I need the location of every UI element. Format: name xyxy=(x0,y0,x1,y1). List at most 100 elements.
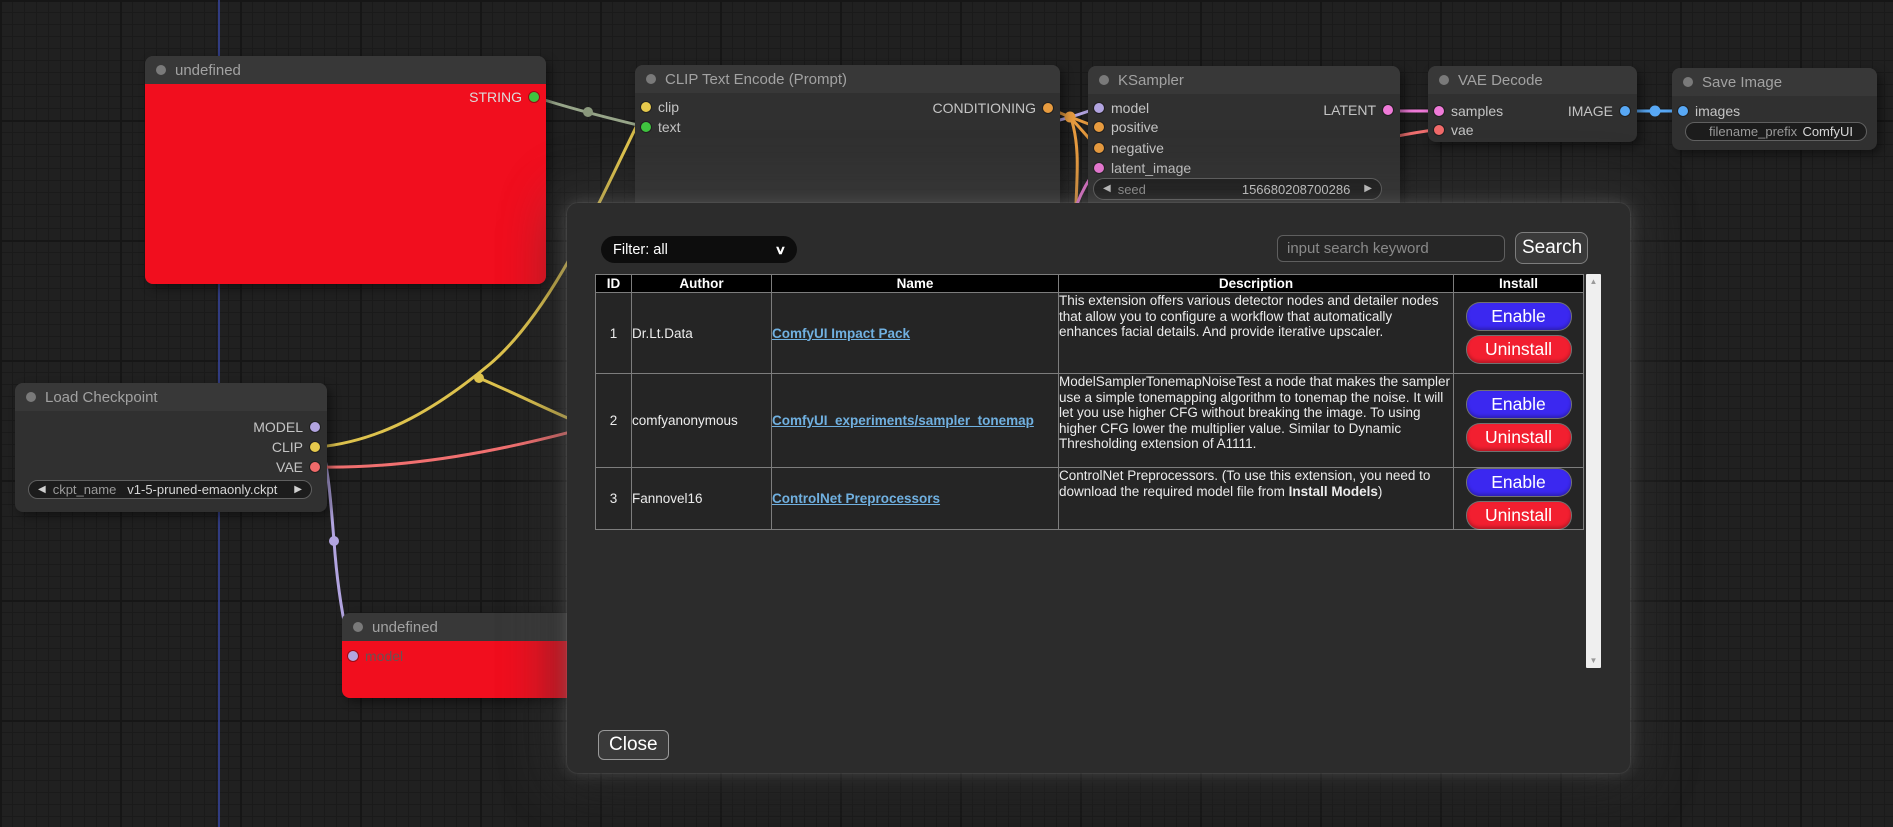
filename-prefix-widget[interactable]: filename_prefix ComfyUI xyxy=(1685,122,1867,141)
table-scrollbar[interactable]: ▲ ▼ xyxy=(1586,274,1601,668)
samples-input-port[interactable] xyxy=(1434,106,1444,116)
reroute-dot-model[interactable] xyxy=(329,536,339,546)
image-output-port[interactable] xyxy=(1620,106,1630,116)
chevron-down-icon: ∨ xyxy=(775,243,787,257)
ckpt-name-widget[interactable]: ◀ ckpt_name v1-5-pruned-emaonly.ckpt ▶ xyxy=(28,480,312,499)
enable-button[interactable]: Enable xyxy=(1467,391,1571,418)
stepper-right-icon[interactable]: ▶ xyxy=(294,485,302,495)
seed-widget[interactable]: ◀ seed 156680208700286 ▶ xyxy=(1093,178,1382,200)
input-label-negative: negative xyxy=(1111,140,1164,156)
node-load-checkpoint[interactable]: Load Checkpoint MODEL CLIP VAE ◀ ckpt_na… xyxy=(15,383,327,512)
cell-description: ControlNet Preprocessors. (To use this e… xyxy=(1059,468,1454,530)
positive-input-port[interactable] xyxy=(1094,122,1104,132)
node-title: CLIP Text Encode (Prompt) xyxy=(665,71,847,88)
scroll-down-icon[interactable]: ▼ xyxy=(1586,654,1601,667)
node-title: Save Image xyxy=(1702,74,1782,91)
node-title: undefined xyxy=(175,62,241,79)
col-header-install: Install xyxy=(1454,275,1584,293)
clip-input-port[interactable] xyxy=(641,102,651,112)
collapse-dot-icon[interactable] xyxy=(1439,75,1449,85)
search-button[interactable]: Search xyxy=(1515,232,1588,264)
uninstall-button[interactable]: Uninstall xyxy=(1467,424,1571,451)
output-label-model: MODEL xyxy=(253,419,303,435)
input-label-images: images xyxy=(1695,103,1740,119)
extension-link[interactable]: ComfyUI_experiments/sampler_tonemap xyxy=(772,413,1034,428)
clip-output-port[interactable] xyxy=(310,442,320,452)
reroute-dot-string[interactable] xyxy=(583,107,593,117)
images-input-port[interactable] xyxy=(1678,106,1688,116)
node-clip-text-encode[interactable]: CLIP Text Encode (Prompt) clip text COND… xyxy=(635,65,1060,225)
string-output-port[interactable] xyxy=(529,92,539,102)
extension-link[interactable]: ComfyUI Impact Pack xyxy=(772,326,910,341)
table-header-row: ID Author Name Description Install xyxy=(596,275,1584,293)
filter-dropdown[interactable]: Filter: all ∨ xyxy=(601,236,797,263)
collapse-dot-icon[interactable] xyxy=(1099,75,1109,85)
table-row: 3 Fannovel16 ControlNet Preprocessors Co… xyxy=(596,468,1584,530)
node-undefined-top[interactable]: undefined STRING xyxy=(145,56,546,284)
reroute-dot-clip[interactable] xyxy=(474,373,484,383)
cell-id: 2 xyxy=(596,374,632,468)
collapse-dot-icon[interactable] xyxy=(353,622,363,632)
model-input-port[interactable] xyxy=(348,651,358,661)
node-header[interactable]: Save Image xyxy=(1672,68,1877,96)
table-row: 2 comfyanonymous ComfyUI_experiments/sam… xyxy=(596,374,1584,468)
vae-output-port[interactable] xyxy=(310,462,320,472)
output-label-string: STRING xyxy=(469,89,522,105)
close-button[interactable]: Close xyxy=(598,730,669,760)
collapse-dot-icon[interactable] xyxy=(1683,77,1693,87)
extension-link[interactable]: ControlNet Preprocessors xyxy=(772,491,940,506)
search-input[interactable] xyxy=(1277,235,1505,262)
text-input-port[interactable] xyxy=(641,122,651,132)
col-header-name: Name xyxy=(772,275,1059,293)
latent-image-input-port[interactable] xyxy=(1094,163,1104,173)
enable-button[interactable]: Enable xyxy=(1467,469,1571,496)
model-input-port[interactable] xyxy=(1094,103,1104,113)
stepper-left-icon[interactable]: ◀ xyxy=(38,485,46,495)
latent-output-port[interactable] xyxy=(1383,105,1393,115)
input-label-model: model xyxy=(365,648,403,664)
negative-input-port[interactable] xyxy=(1094,143,1104,153)
enable-button[interactable]: Enable xyxy=(1467,303,1571,330)
conditioning-output-port[interactable] xyxy=(1043,103,1053,113)
model-output-port[interactable] xyxy=(310,422,320,432)
widget-label: filename_prefix xyxy=(1709,124,1797,139)
widget-value[interactable]: 156680208700286 xyxy=(1146,182,1364,197)
collapse-dot-icon[interactable] xyxy=(156,65,166,75)
node-header[interactable]: Load Checkpoint xyxy=(15,383,327,411)
node-save-image[interactable]: Save Image images filename_prefix ComfyU… xyxy=(1672,68,1877,150)
stepper-left-icon[interactable]: ◀ xyxy=(1103,184,1111,194)
cell-install: Enable Uninstall xyxy=(1454,293,1584,374)
uninstall-button[interactable]: Uninstall xyxy=(1467,502,1571,529)
node-header[interactable]: undefined xyxy=(145,56,546,84)
scroll-up-icon[interactable]: ▲ xyxy=(1586,275,1601,288)
cell-name: ComfyUI Impact Pack xyxy=(772,293,1059,374)
widget-value[interactable]: v1-5-pruned-emaonly.ckpt xyxy=(116,482,294,497)
collapse-dot-icon[interactable] xyxy=(26,392,36,402)
vae-input-port[interactable] xyxy=(1434,125,1444,135)
node-header[interactable]: KSampler xyxy=(1088,66,1400,94)
comfyui-node-canvas[interactable]: undefined STRING CLIP Text Encode (Promp… xyxy=(0,0,1893,827)
cell-author: comfyanonymous xyxy=(632,374,772,468)
output-label-conditioning: CONDITIONING xyxy=(933,100,1036,116)
cell-name: ControlNet Preprocessors xyxy=(772,468,1059,530)
input-label-text: text xyxy=(658,119,681,135)
uninstall-button[interactable]: Uninstall xyxy=(1467,336,1571,363)
stepper-right-icon[interactable]: ▶ xyxy=(1364,184,1372,194)
collapse-dot-icon[interactable] xyxy=(646,74,656,84)
extension-table-container: ID Author Name Description Install 1 Dr.… xyxy=(595,274,1601,670)
node-title: VAE Decode xyxy=(1458,72,1543,89)
cell-description: ModelSamplerTonemapNoiseTest a node that… xyxy=(1059,374,1454,468)
reroute-dot-conditioning[interactable] xyxy=(1065,112,1076,123)
wire-cond-down xyxy=(1071,118,1077,204)
node-header[interactable]: CLIP Text Encode (Prompt) xyxy=(635,65,1060,93)
node-header[interactable]: VAE Decode xyxy=(1428,66,1637,94)
col-header-description: Description xyxy=(1059,275,1454,293)
node-error-body xyxy=(145,84,546,284)
widget-value[interactable]: ComfyUI xyxy=(1797,124,1857,139)
node-vae-decode[interactable]: VAE Decode samples vae IMAGE xyxy=(1428,66,1637,142)
widget-label: ckpt_name xyxy=(53,482,117,497)
reroute-dot-image[interactable] xyxy=(1650,106,1661,117)
extension-manager-dialog: Filter: all ∨ Search ID Author Name Desc… xyxy=(567,203,1630,773)
node-title: KSampler xyxy=(1118,72,1184,89)
input-label-latent-image: latent_image xyxy=(1111,160,1191,176)
